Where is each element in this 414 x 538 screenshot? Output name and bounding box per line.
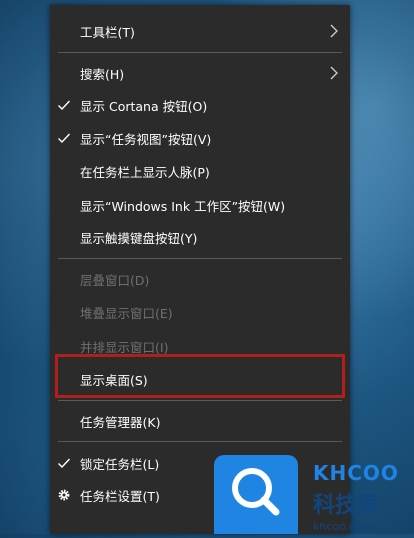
search-icon — [232, 468, 280, 516]
menu-item-toolbars[interactable]: 工具栏(T) — [50, 15, 350, 47]
menu-item-label: 搜索(H) — [80, 66, 125, 82]
menu-item-label: 显示 Cortana 按钮(O) — [80, 98, 208, 114]
taskbar-context-menu: 工具栏(T) 搜索(H) 显示 Cortana 按钮(O) 显示“任务视图”按钮… — [50, 5, 350, 534]
menu-item-label: 层叠窗口(D) — [80, 272, 150, 288]
checkmark-icon — [58, 100, 71, 111]
watermark-brand-cn: 科技库 — [313, 493, 380, 518]
menu-item-show-windows-ink[interactable]: 显示“Windows Ink 工作区”按钮(W) — [50, 189, 350, 221]
watermark-logo — [214, 455, 298, 534]
annotation-highlight-box — [55, 354, 345, 398]
menu-item-show-task-view[interactable]: 显示“任务视图”按钮(V) — [50, 122, 350, 154]
menu-item-label: 任务管理器(K) — [80, 414, 161, 430]
menu-item-lock-taskbar[interactable]: 锁定任务栏(L) — [50, 447, 350, 479]
menu-item-label: 显示“Windows Ink 工作区”按钮(W) — [80, 198, 286, 214]
menu-separator — [58, 400, 342, 401]
watermark-brand: KHCOO 科技库 khcoo.com — [313, 461, 410, 533]
menu-item-show-cortana[interactable]: 显示 Cortana 按钮(O) — [50, 89, 350, 121]
menu-item-label: 工具栏(T) — [80, 24, 135, 40]
watermark-domain: khcoo.com — [313, 520, 373, 533]
watermark-brand-en: KHCOO — [313, 461, 399, 485]
menu-separator — [58, 52, 342, 53]
chevron-right-icon — [330, 66, 338, 80]
menu-item-show-touch-keyboard[interactable]: 显示触摸键盘按钮(Y) — [50, 221, 350, 253]
gear-icon — [58, 489, 70, 501]
checkmark-icon — [58, 458, 71, 469]
menu-item-search[interactable]: 搜索(H) — [50, 57, 350, 89]
menu-item-stack-windows: 堆叠显示窗口(E) — [50, 296, 350, 328]
checkmark-icon — [58, 133, 71, 144]
chevron-right-icon — [330, 24, 338, 38]
menu-item-taskbar-settings[interactable]: 任务栏设置(T) — [50, 479, 350, 511]
menu-item-label: 锁定任务栏(L) — [80, 456, 160, 472]
menu-item-label: 并排显示窗口(I) — [80, 339, 169, 355]
menu-item-label: 在任务栏上显示人脉(P) — [80, 164, 210, 180]
menu-item-label: 堆叠显示窗口(E) — [80, 305, 173, 321]
menu-separator — [58, 258, 342, 259]
menu-item-task-manager[interactable]: 任务管理器(K) — [50, 405, 350, 437]
menu-item-show-people[interactable]: 在任务栏上显示人脉(P) — [50, 155, 350, 187]
menu-item-label: 任务栏设置(T) — [80, 488, 160, 504]
menu-separator — [58, 441, 342, 442]
menu-item-label: 显示触摸键盘按钮(Y) — [80, 230, 198, 246]
menu-item-label: 显示“任务视图”按钮(V) — [80, 131, 212, 147]
menu-item-cascade-windows: 层叠窗口(D) — [50, 263, 350, 295]
